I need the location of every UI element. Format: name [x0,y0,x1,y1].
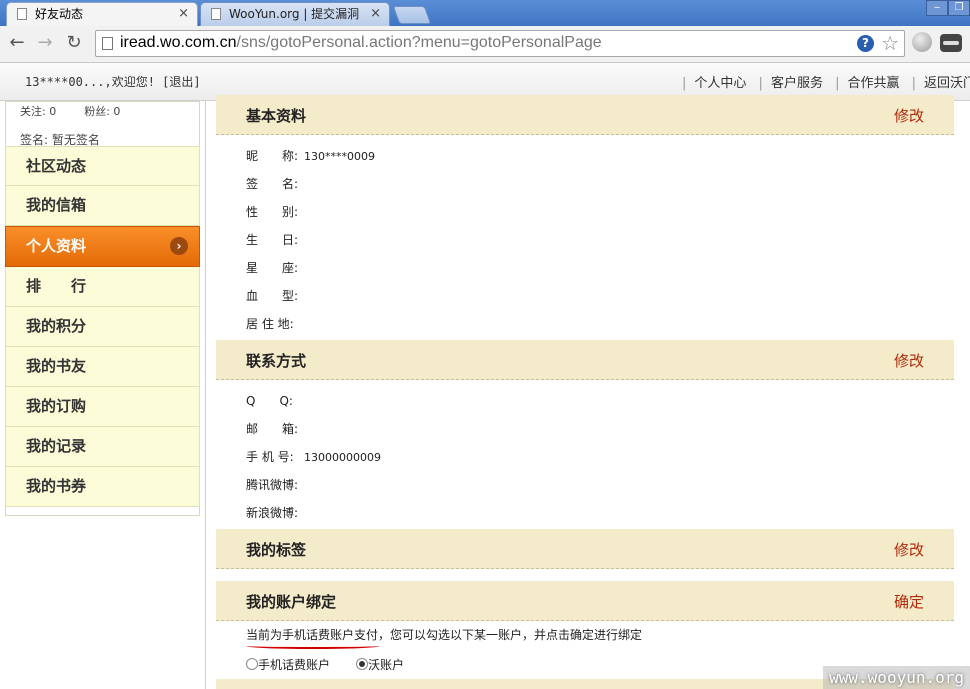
field-birthday: 生 日: [246,233,299,247]
reload-icon[interactable]: ↻ [62,32,86,56]
red-underline-annotation [246,643,380,649]
edit-contact-button[interactable]: 修改 [894,350,924,371]
url-text: iread.wo.com.cn/sns/gotoPersonal.action?… [120,34,602,51]
edit-tags-button[interactable]: 修改 [894,539,924,560]
radio-wo-account[interactable]: 沃账户 [356,656,404,673]
field-gender: 性 别: [246,205,299,219]
chevron-right-icon: › [170,237,188,255]
help-icon[interactable]: ? [857,35,874,52]
close-tab-icon[interactable]: × [178,3,189,25]
confirm-binding-button[interactable]: 确定 [894,591,924,612]
page-icon [102,37,113,50]
section-basic-info: 基本资料 修改 [216,95,954,135]
sidebar-item-mailbox[interactable]: 我的信箱 [5,186,200,226]
tab-label: 好友动态 [35,7,84,21]
forward-arrow-icon[interactable]: → [33,32,57,56]
star-icon[interactable]: ☆ [881,31,899,55]
page-icon [211,8,221,20]
section-title: 联系方式 [246,352,307,370]
tab-friends-activity[interactable]: 好友动态 × [6,2,198,26]
welcome-text[interactable]: 13****00...,欢迎您! [退出] [25,73,201,90]
sidebar-item-records[interactable]: 我的记录 [5,427,200,467]
fans-count[interactable]: 粉丝: 0 [84,105,120,118]
radio-phone-bill-account[interactable]: 手机话费账户 [246,656,330,673]
address-bar[interactable]: iread.wo.com.cn/sns/gotoPersonal.action?… [95,30,905,57]
section-title: 基本资料 [246,107,307,125]
field-residence: 居 住 地: [246,317,294,331]
tab-label: WooYun.org | 提交漏洞 [229,7,360,21]
close-tab-icon[interactable]: × [370,3,381,25]
nav-back-portal[interactable]: 返回沃门户 [924,76,970,91]
divider [205,101,206,689]
radio-button[interactable] [246,658,258,670]
field-tencent-weibo: 腾讯微博: [246,478,299,492]
edit-basic-button[interactable]: 修改 [894,105,924,126]
page-icon [17,8,27,20]
binding-notice: 当前为手机话费账户支付，您可以勾选以下某一账户，并点击确定进行绑定 [246,628,643,642]
restore-icon[interactable]: ❐ [948,0,970,16]
globe-icon[interactable] [912,32,932,52]
field-qq: Q Q: [246,394,293,408]
section-contact: 联系方式 修改 [216,340,954,380]
radio-button[interactable] [356,658,368,670]
section-account-binding: 我的账户绑定 确定 [216,581,954,621]
sidebar-item-points[interactable]: 我的积分 [5,307,200,347]
field-phone: 手 机 号: 13000000009 [246,450,381,464]
nav-personal-center[interactable]: 个人中心 [694,76,746,91]
sidebar-item-coupons[interactable]: 我的书券 [5,467,200,507]
section-title: 我的标签 [246,541,307,559]
section-title: 我的账户绑定 [246,593,337,611]
sidebar-menu: 社区动态 我的信箱 个人资料 › 排 行 我的积分 我的书友 我的订购 我的记录… [5,146,200,507]
section-tags: 我的标签 修改 [216,529,954,569]
sidebar-item-ranking[interactable]: 排 行 [5,267,200,307]
field-email: 邮 箱: [246,422,299,436]
minimize-icon[interactable]: ‒ [926,0,948,16]
browser-tab-strip: 好友动态 × WooYun.org | 提交漏洞 × ‒ ❐ [0,0,970,26]
follow-count[interactable]: 关注: 0 [20,105,56,118]
browser-toolbar: ← → ↻ iread.wo.com.cn/sns/gotoPersonal.a… [0,26,970,63]
sidebar-item-community[interactable]: 社区动态 [5,146,200,186]
sidebar-item-profile[interactable]: 个人资料 › [5,226,200,267]
sidebar-item-label: 个人资料 [26,237,87,255]
incognito-icon [940,34,962,52]
nav-customer-service[interactable]: 客户服务 [771,76,823,91]
field-signature: 签 名: [246,177,299,191]
new-tab-button[interactable] [392,6,432,24]
watermark: www.wooyun.org [823,666,970,689]
radio-label: 手机话费账户 [258,658,331,672]
profile-stats: 关注: 0 粉丝: 0 [20,103,148,119]
sidebar-item-orders[interactable]: 我的订购 [5,387,200,427]
nav-cooperation[interactable]: 合作共赢 [847,76,899,91]
back-arrow-icon[interactable]: ← [5,32,29,56]
field-blood-type: 血 型: [246,289,299,303]
field-sina-weibo: 新浪微博: [246,506,299,520]
sidebar-item-book-friends[interactable]: 我的书友 [5,347,200,387]
tab-wooyun[interactable]: WooYun.org | 提交漏洞 × [200,2,390,26]
top-nav: |个人中心 |客户服务 |合作共赢 |返回沃门户 [674,72,970,91]
field-zodiac: 星 座: [246,261,299,275]
radio-label: 沃账户 [368,658,405,672]
field-nickname: 昵 称: 130****0009 [246,149,375,163]
